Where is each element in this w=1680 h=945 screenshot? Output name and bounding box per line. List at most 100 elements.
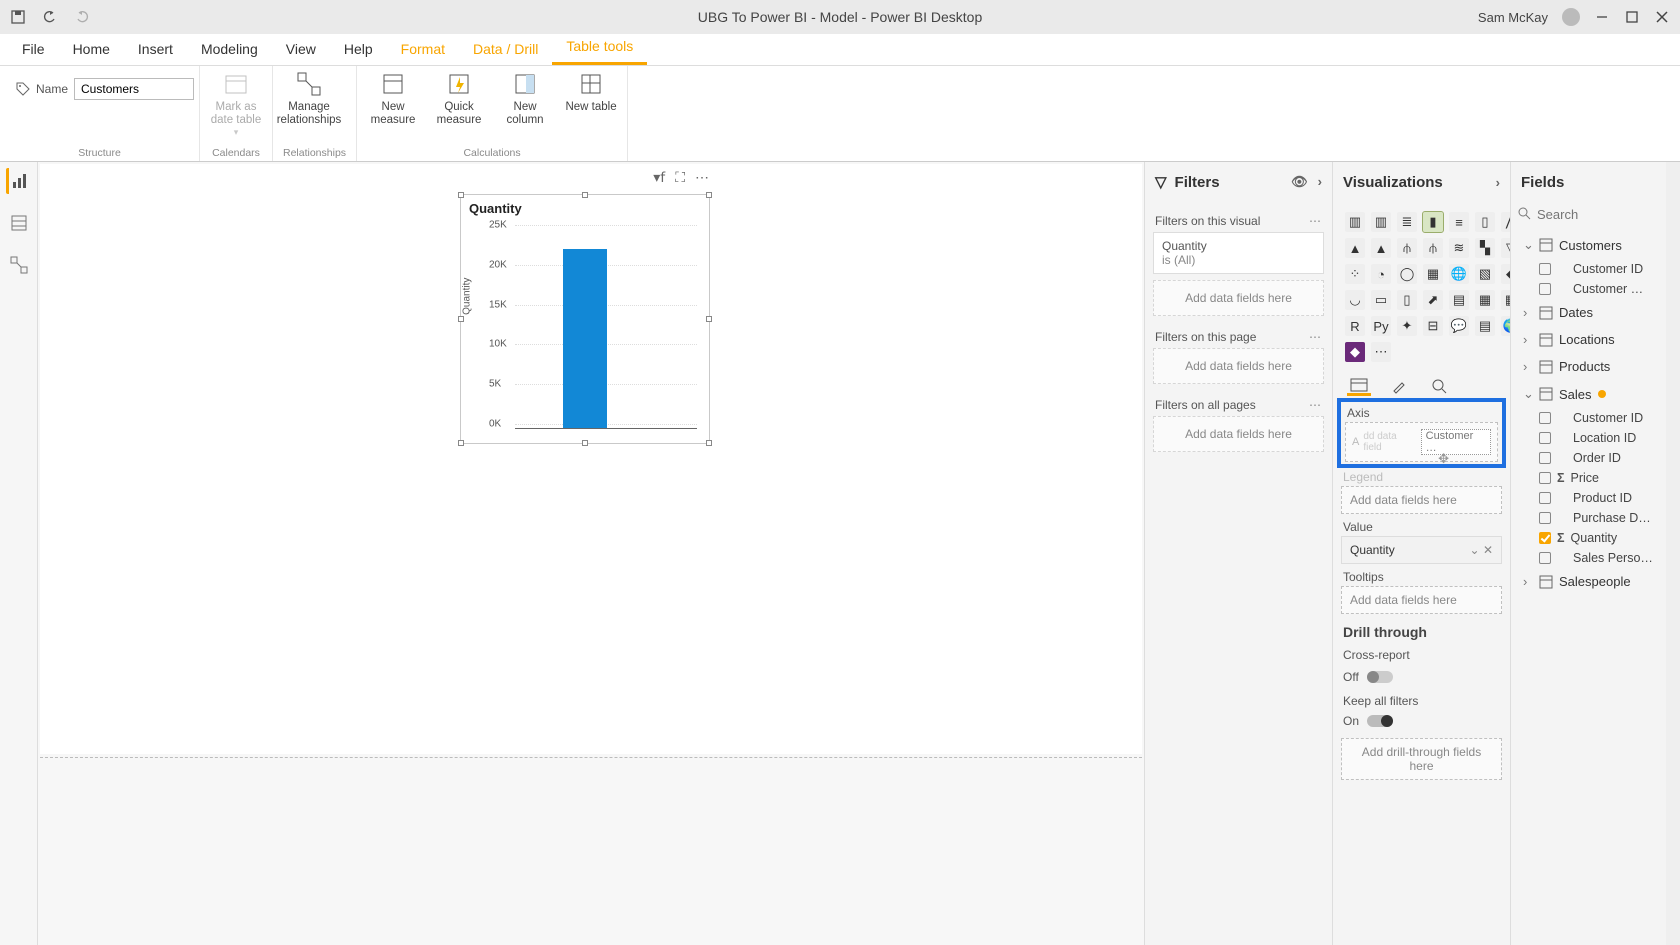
collapse-viz-icon[interactable]: › <box>1496 175 1500 190</box>
field-checkbox[interactable] <box>1539 532 1551 544</box>
new-measure-button[interactable]: New measure <box>367 70 419 127</box>
drill-through-well[interactable]: Add drill-through fields here <box>1341 738 1502 780</box>
filters-all-dropzone[interactable]: Add data fields here <box>1153 416 1324 452</box>
viz-stacked-area-icon[interactable]: ▲ <box>1371 238 1391 258</box>
analytics-tab-button[interactable] <box>1427 376 1451 396</box>
field-row[interactable]: ΣPrice <box>1519 468 1672 488</box>
viz-scatter-icon[interactable]: ⁘ <box>1345 264 1365 284</box>
viz-decomposition-icon[interactable]: ⊟ <box>1423 316 1443 336</box>
viz-waterfall-icon[interactable]: ▚ <box>1475 238 1495 258</box>
table-row[interactable]: ›Locations <box>1519 326 1672 353</box>
tab-data-drill[interactable]: Data / Drill <box>459 33 552 65</box>
field-row[interactable]: Customer … <box>1519 279 1672 299</box>
mark-as-date-table-button[interactable]: Mark as date table ▾ <box>210 70 262 138</box>
field-checkbox[interactable] <box>1539 263 1551 275</box>
visual-more-icon[interactable]: ⋯ <box>695 169 709 186</box>
filters-visual-dropzone[interactable]: Add data fields here <box>1153 280 1324 316</box>
field-checkbox[interactable] <box>1539 492 1551 504</box>
viz-filled-map-icon[interactable]: ▧ <box>1475 264 1495 284</box>
new-column-button[interactable]: New column <box>499 70 551 127</box>
page-tabs-bar[interactable] <box>40 757 1142 785</box>
viz-funnel-icon[interactable]: ▽ <box>1501 238 1510 258</box>
viz-line-column-icon[interactable]: ⫛ <box>1397 238 1417 258</box>
field-checkbox[interactable] <box>1539 412 1551 424</box>
data-view-button[interactable] <box>6 210 32 236</box>
fields-search-input[interactable] <box>1537 207 1680 222</box>
viz-arcgis-icon[interactable]: 🌍 <box>1501 316 1510 336</box>
fields-tab-button[interactable] <box>1347 376 1371 396</box>
viz-stacked-bar-icon[interactable]: ▥ <box>1345 212 1365 232</box>
quick-measure-button[interactable]: Quick measure <box>433 70 485 127</box>
viz-more-icon[interactable]: ⋯ <box>1371 342 1391 362</box>
more-icon[interactable]: ⋯ <box>1309 214 1322 228</box>
viz-treemap-icon[interactable]: ▦ <box>1423 264 1443 284</box>
tab-home[interactable]: Home <box>59 33 124 65</box>
viz-clustered-column-icon[interactable]: ▮ <box>1423 212 1443 232</box>
field-row[interactable]: Purchase D… <box>1519 508 1672 528</box>
minimize-button[interactable] <box>1594 9 1610 25</box>
visual-filter-icon[interactable]: ▾𝖿 <box>653 169 665 186</box>
field-checkbox[interactable] <box>1539 552 1551 564</box>
viz-slicer-icon[interactable]: ▤ <box>1449 290 1469 310</box>
vertical-scrollbar[interactable] <box>1666 162 1680 945</box>
more-icon[interactable]: ⋯ <box>1309 330 1322 344</box>
viz-shape-map-icon[interactable]: ◆ <box>1501 264 1510 284</box>
chart-bar[interactable] <box>563 249 607 428</box>
field-checkbox[interactable] <box>1539 432 1551 444</box>
viz-map-icon[interactable]: 🌐 <box>1449 264 1469 284</box>
table-row[interactable]: ›Salespeople <box>1519 568 1672 595</box>
tab-modeling[interactable]: Modeling <box>187 33 272 65</box>
column-chart-visual[interactable]: ▾𝖿 ⛶ ⋯ Quantity Quantity 0K5K10K15K20K25… <box>460 194 710 444</box>
field-row[interactable]: Order ID <box>1519 448 1672 468</box>
legend-field-well[interactable]: Add data fields here <box>1341 486 1502 514</box>
viz-100-bar-icon[interactable]: ≡ <box>1449 212 1469 232</box>
save-icon[interactable] <box>10 9 26 25</box>
field-row[interactable]: Product ID <box>1519 488 1672 508</box>
viz-multi-card-icon[interactable]: ▯ <box>1397 290 1417 310</box>
tab-table-tools[interactable]: Table tools <box>552 30 647 65</box>
model-view-button[interactable] <box>6 252 32 278</box>
remove-field-icon[interactable]: ✕ <box>1483 543 1493 557</box>
redo-icon[interactable] <box>74 9 90 25</box>
viz-line-icon[interactable]: ⋀ <box>1501 212 1510 232</box>
viz-area-icon[interactable]: ▲ <box>1345 238 1365 258</box>
field-row[interactable]: ΣQuantity <box>1519 528 1672 548</box>
viz-key-influencers-icon[interactable]: ✦ <box>1397 316 1417 336</box>
manage-relationships-button[interactable]: Manage relationships <box>283 70 335 127</box>
field-row[interactable]: Location ID <box>1519 428 1672 448</box>
viz-qa-icon[interactable]: 💬 <box>1449 316 1469 336</box>
table-name-input[interactable] <box>74 78 194 100</box>
eye-icon[interactable]: 👁 <box>1291 174 1308 190</box>
viz-python-icon[interactable]: Py <box>1371 316 1391 336</box>
user-avatar[interactable] <box>1562 8 1580 26</box>
maximize-button[interactable] <box>1624 9 1640 25</box>
viz-kpi-icon[interactable]: ⬈ <box>1423 290 1443 310</box>
field-checkbox[interactable] <box>1539 283 1551 295</box>
field-row[interactable]: Customer ID <box>1519 408 1672 428</box>
tab-file[interactable]: File <box>8 33 59 65</box>
report-view-button[interactable] <box>6 168 32 194</box>
filter-card-quantity[interactable]: Quantity is (All) <box>1153 232 1324 274</box>
axis-field-well[interactable]: Add data field Customer … ✥ <box>1345 422 1498 462</box>
format-tab-button[interactable] <box>1387 376 1411 396</box>
new-table-button[interactable]: New table <box>565 70 617 114</box>
filters-page-dropzone[interactable]: Add data fields here <box>1153 348 1324 384</box>
undo-icon[interactable] <box>42 9 58 25</box>
field-checkbox[interactable] <box>1539 472 1551 484</box>
tooltips-field-well[interactable]: Add data fields here <box>1341 586 1502 614</box>
field-checkbox[interactable] <box>1539 452 1551 464</box>
chevron-down-icon[interactable]: ⌄ <box>1470 543 1480 557</box>
collapse-filters-icon[interactable]: › <box>1318 174 1322 190</box>
viz-matrix-icon[interactable]: ▦ <box>1501 290 1510 310</box>
field-checkbox[interactable] <box>1539 512 1551 524</box>
table-row[interactable]: ⌄Sales <box>1519 380 1672 408</box>
viz-r-icon[interactable]: R <box>1345 316 1365 336</box>
viz-pie-icon[interactable]: ◔ <box>1371 264 1391 284</box>
viz-stacked-column-icon[interactable]: ▥ <box>1371 212 1391 232</box>
field-row[interactable]: Sales Perso… <box>1519 548 1672 568</box>
viz-card-icon[interactable]: ▭ <box>1371 290 1391 310</box>
cross-report-toggle[interactable] <box>1367 671 1393 683</box>
value-field-well[interactable]: Quantity ⌄ ✕ <box>1341 536 1502 564</box>
tab-view[interactable]: View <box>272 33 330 65</box>
viz-table-icon[interactable]: ▦ <box>1475 290 1495 310</box>
